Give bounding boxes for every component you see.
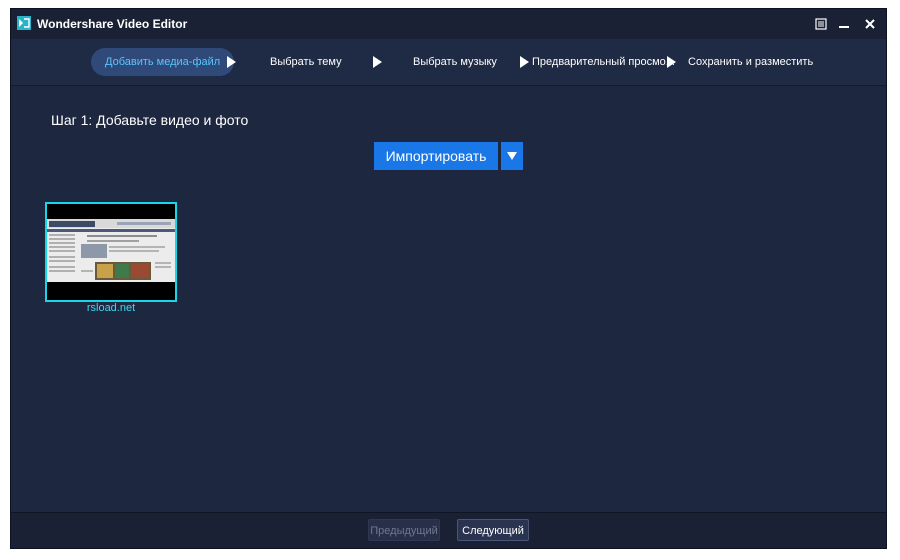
minimize-icon xyxy=(839,26,849,28)
page-heading: Шаг 1: Добавьте видео и фото xyxy=(51,112,249,128)
step-choose-theme[interactable]: Выбрать тему xyxy=(270,48,342,76)
import-button[interactable]: Импортировать xyxy=(374,142,498,170)
app-logo-icon xyxy=(17,16,31,30)
close-icon xyxy=(865,19,875,29)
footer-bar: Предыдущий Следующий xyxy=(11,512,886,548)
title-bar[interactable]: Wondershare Video Editor xyxy=(11,9,886,39)
step-preview[interactable]: Предварительный просмо... xyxy=(532,48,675,76)
app-window: Wondershare Video Editor Добавить медиа-… xyxy=(10,8,887,549)
website-screenshot-thumbnail xyxy=(47,204,175,300)
step-save-share[interactable]: Сохранить и разместить xyxy=(688,48,813,76)
previous-button[interactable]: Предыдущий xyxy=(368,519,440,541)
chevron-down-icon xyxy=(507,152,517,160)
step-arrow-icon xyxy=(373,56,382,68)
steps-bar: Добавить медиа-файл Выбрать тему Выбрать… xyxy=(11,39,886,86)
step-add-media[interactable]: Добавить медиа-файл xyxy=(91,48,235,76)
import-dropdown-button[interactable] xyxy=(501,142,523,170)
step-arrow-icon xyxy=(227,56,236,68)
minimize-button[interactable] xyxy=(834,14,854,34)
menu-button[interactable] xyxy=(811,14,831,34)
media-caption: rsload.net xyxy=(86,302,136,314)
media-thumbnail[interactable] xyxy=(45,202,177,302)
step-arrow-icon xyxy=(667,56,676,68)
step-choose-music[interactable]: Выбрать музыку xyxy=(413,48,497,76)
close-button[interactable] xyxy=(860,14,880,34)
menu-icon xyxy=(815,18,827,30)
step-arrow-icon xyxy=(520,56,529,68)
next-button[interactable]: Следующий xyxy=(457,519,529,541)
app-title: Wondershare Video Editor xyxy=(37,17,188,31)
